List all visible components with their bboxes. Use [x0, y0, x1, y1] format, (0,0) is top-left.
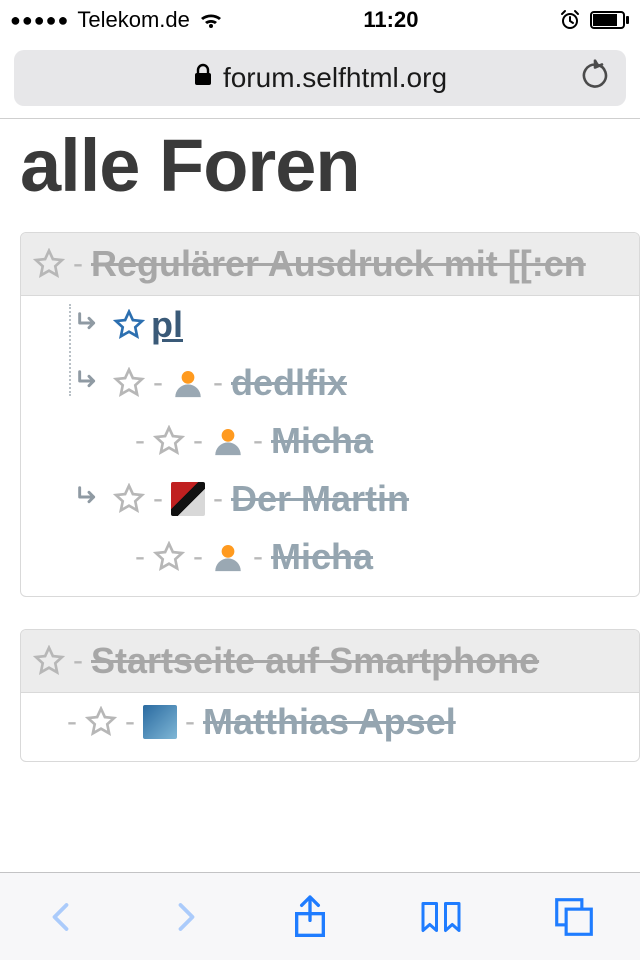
wifi-icon [198, 10, 224, 30]
star-icon[interactable] [113, 483, 145, 515]
thread-title[interactable]: Regulärer Ausdruck mit [[:cn [91, 243, 586, 285]
separator-dash: - [211, 482, 225, 516]
reply-row[interactable]: - - - Micha [33, 528, 639, 586]
reply-row[interactable]: - - Der Martin [33, 470, 639, 528]
separator-dash: - [191, 540, 205, 574]
user-avatar-icon [171, 482, 205, 516]
user-avatar-icon [171, 366, 205, 400]
reply-row[interactable]: - - - Matthias Apsel [33, 693, 639, 751]
reply-author[interactable]: Der Martin [231, 478, 409, 520]
browser-toolbar [0, 872, 640, 960]
battery-icon [590, 11, 630, 29]
star-icon[interactable] [153, 425, 185, 457]
carrier-label: Telekom.de [77, 7, 190, 33]
star-icon[interactable] [85, 706, 117, 738]
tabs-button[interactable] [552, 895, 596, 939]
separator-dash: - [133, 424, 147, 458]
separator-dash: - [133, 540, 147, 574]
separator-dash: - [211, 366, 225, 400]
separator-dash: - [71, 247, 85, 281]
reply-row[interactable]: pl [33, 296, 639, 354]
reply-author[interactable]: Micha [271, 536, 373, 578]
thread-header[interactable]: - Regulärer Ausdruck mit [[:cn [21, 233, 639, 296]
thread-box: - Regulärer Ausdruck mit [[:cn pl - [20, 232, 640, 597]
reply-row[interactable]: - - dedlfix [33, 354, 639, 412]
url-text: forum.selfhtml.org [223, 62, 447, 94]
tree-arrow-icon [75, 483, 103, 516]
star-icon[interactable] [33, 248, 65, 280]
user-avatar-icon [211, 540, 245, 574]
star-icon[interactable] [113, 309, 145, 341]
url-bar-container: forum.selfhtml.org [0, 40, 640, 119]
separator-dash: - [151, 482, 165, 516]
separator-dash: - [65, 705, 79, 739]
separator-dash: - [183, 705, 197, 739]
separator-dash: - [251, 540, 265, 574]
thread-header[interactable]: - Startseite auf Smartphone [21, 630, 639, 693]
separator-dash: - [123, 705, 137, 739]
url-bar[interactable]: forum.selfhtml.org [14, 50, 626, 106]
star-icon[interactable] [33, 645, 65, 677]
reply-author[interactable]: dedlfix [231, 362, 347, 404]
separator-dash: - [191, 424, 205, 458]
reply-row[interactable]: - - - Micha [33, 412, 639, 470]
separator-dash: - [71, 644, 85, 678]
star-icon[interactable] [153, 541, 185, 573]
separator-dash: - [151, 366, 165, 400]
alarm-icon [558, 8, 582, 32]
bookmarks-button[interactable] [417, 895, 465, 939]
thread-box: - Startseite auf Smartphone - - - Matthi… [20, 629, 640, 762]
signal-dots: ●●●●● [10, 10, 69, 31]
user-avatar-icon [211, 424, 245, 458]
reload-icon[interactable] [580, 60, 610, 97]
reply-author[interactable]: Micha [271, 420, 373, 462]
separator-dash: - [251, 424, 265, 458]
reply-author[interactable]: pl [151, 304, 183, 346]
thread-title[interactable]: Startseite auf Smartphone [91, 640, 539, 682]
lock-icon [193, 62, 213, 94]
back-button[interactable] [44, 895, 80, 939]
thread-replies: pl - - dedlfix - - - [21, 296, 639, 596]
clock-label: 11:20 [363, 7, 418, 33]
status-bar: ●●●●● Telekom.de 11:20 [0, 0, 640, 40]
tree-arrow-icon [75, 367, 103, 400]
user-avatar-icon [143, 705, 177, 739]
star-icon[interactable] [113, 367, 145, 399]
share-button[interactable] [290, 893, 330, 941]
thread-replies: - - - Matthias Apsel [21, 693, 639, 761]
forward-button[interactable] [167, 895, 203, 939]
reply-author[interactable]: Matthias Apsel [203, 701, 456, 743]
tree-arrow-icon [75, 309, 103, 342]
page-title: alle Foren [0, 119, 640, 232]
tree-line [69, 304, 71, 396]
